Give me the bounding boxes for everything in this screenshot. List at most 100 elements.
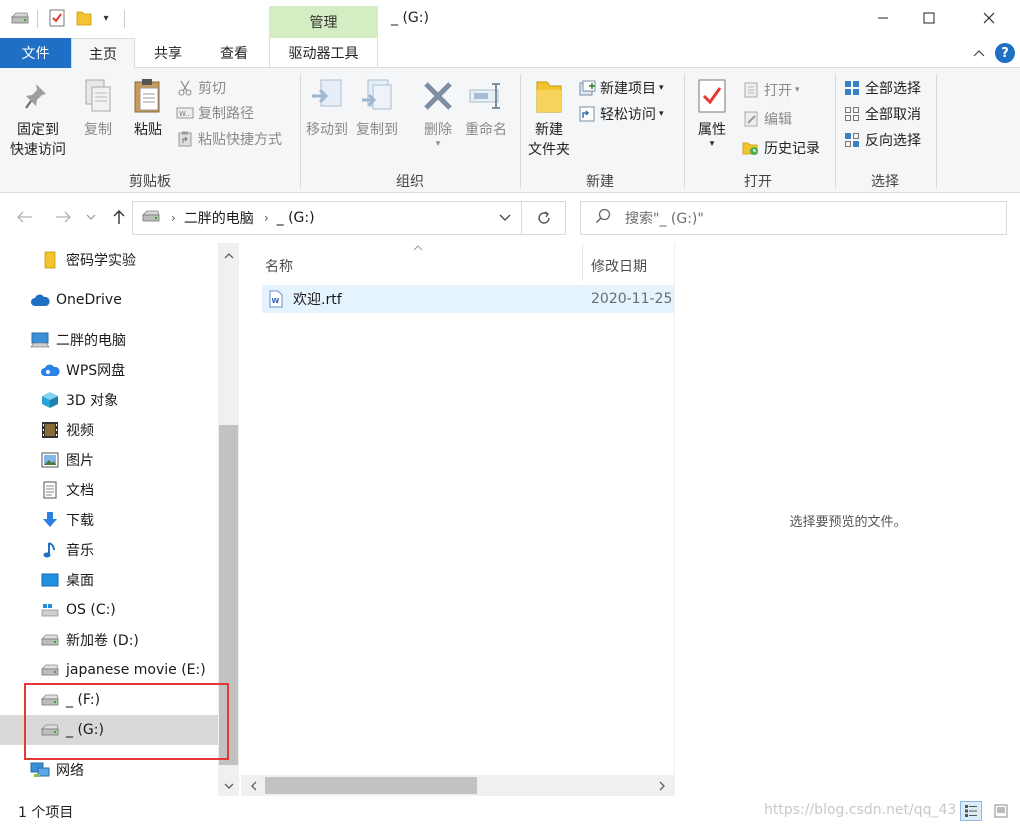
copy-path-button[interactable]: W.. 复制路径 [176,102,254,124]
edit-pencil-icon [742,110,760,128]
move-to-button[interactable]: 移动到 [306,76,348,140]
new-item-icon [578,79,596,97]
new-folder-label-line2: 文件夹 [528,142,570,158]
title-divider [124,10,125,28]
ribbon-collapse-icon[interactable] [971,44,987,62]
copy-label: 复制 [84,122,112,138]
breadcrumb-chevron-icon[interactable]: › [171,211,176,225]
file-row[interactable]: W 欢迎.rtf 2020-11-25 [262,285,674,313]
nav-item-label: 音乐 [66,543,94,559]
close-button[interactable] [966,0,1012,36]
svg-text:W: W [272,297,280,305]
maximize-button[interactable] [906,0,952,36]
nav-item-3d-objects[interactable]: 3D 对象 [0,385,218,415]
nav-item-drive-d[interactable]: 新加卷 (D:) [0,625,218,655]
breadcrumb-drive[interactable]: _ (G:) [277,210,315,226]
nav-item-downloads[interactable]: 下载 [0,505,218,535]
scrollbar-thumb[interactable] [265,777,477,794]
scroll-up-arrow-icon[interactable] [218,245,239,266]
address-history-chevron-icon[interactable] [499,210,511,226]
nav-item-crypto-lab[interactable]: 密码学实验 [0,245,218,275]
select-none-icon [843,105,861,123]
invert-selection-label: 反向选择 [865,133,921,149]
new-folder-icon[interactable] [75,8,93,28]
minimize-button[interactable] [860,0,906,36]
rename-button[interactable]: 重命名 [465,76,507,140]
delete-x-icon [420,76,456,116]
search-input[interactable]: 搜索"_ (G:)" [580,201,1007,235]
pin-label-line1: 固定到 [17,122,59,138]
scissors-icon [176,79,194,97]
nav-item-drive-c[interactable]: OS (C:) [0,595,218,625]
address-bar[interactable]: › 二胖的电脑 › _ (G:) [132,201,522,235]
paste-shortcut-button[interactable]: 粘贴快捷方式 [176,128,282,150]
copy-to-button[interactable]: 复制到 [356,76,398,140]
open-button[interactable]: 打开 ▾ [742,79,800,101]
nav-item-wps-drive[interactable]: WPS网盘 [0,355,218,385]
help-icon[interactable]: ? [995,43,1015,63]
delete-button[interactable]: 删除 ▾ [420,76,456,149]
quick-access-dropdown-icon[interactable]: ▾ [100,8,112,28]
cut-button[interactable]: 剪切 [176,77,226,99]
column-header-name[interactable]: 名称 [265,249,293,283]
details-view-button[interactable] [960,801,982,821]
tab-manage[interactable]: 管理 [269,6,378,38]
properties-check-icon[interactable] [48,8,66,28]
refresh-button[interactable] [522,201,566,235]
scroll-right-arrow-icon[interactable] [651,775,672,796]
new-folder-button[interactable]: 新建 文件夹 [528,76,570,160]
tab-drive-tools[interactable]: 驱动器工具 [269,38,378,68]
file-list-horizontal-scrollbar[interactable] [241,775,674,796]
large-icons-view-button[interactable] [990,801,1012,821]
new-group-label: 新建 [586,174,614,190]
address-bar-row: › 二胖的电脑 › _ (G:) 搜索"_ (G:)" [0,193,1020,243]
easy-access-button[interactable]: 轻松访问 ▾ [578,103,664,125]
scroll-left-arrow-icon[interactable] [243,775,264,796]
breadcrumb-chevron-icon[interactable]: › [264,211,269,225]
history-button[interactable]: 历史记录 [742,137,820,159]
tab-view[interactable]: 查看 [204,38,264,68]
scroll-down-arrow-icon[interactable] [218,775,239,796]
tab-file[interactable]: 文件 [0,38,71,68]
file-date: 2020-11-25 [591,291,673,307]
select-all-button[interactable]: 全部选择 [843,77,921,99]
properties-button[interactable]: 属性 ▾ [694,76,730,149]
column-divider[interactable] [582,245,583,281]
paste-button[interactable]: 粘贴 [130,76,166,140]
back-arrow-icon[interactable] [14,206,36,228]
up-arrow-icon[interactable] [108,206,130,228]
invert-selection-button[interactable]: 反向选择 [843,129,921,151]
nav-item-drive-e[interactable]: japanese movie (E:) [0,655,218,685]
forward-arrow-icon[interactable] [52,206,74,228]
ribbon: 固定到 快速访问 复制 粘贴 剪切 W.. 复制路径 粘贴快捷方式 剪贴板 移动… [0,68,1020,193]
paste-shortcut-icon [176,130,194,148]
nav-item-music[interactable]: 音乐 [0,535,218,565]
copy-path-icon: W.. [176,104,194,122]
new-item-button[interactable]: 新建项目 ▾ [578,77,664,99]
delete-label: 删除 [424,122,452,138]
drive-icon[interactable] [9,8,31,28]
copy-button[interactable]: 复制 [80,76,116,140]
tab-home[interactable]: 主页 [71,38,135,69]
nav-item-label: 网络 [56,763,84,779]
column-header-date[interactable]: 修改日期 [591,249,647,283]
nav-item-onedrive[interactable]: OneDrive [0,285,218,315]
nav-item-videos[interactable]: 视频 [0,415,218,445]
nav-item-pictures[interactable]: 图片 [0,445,218,475]
select-none-button[interactable]: 全部取消 [843,103,921,125]
refresh-icon [537,211,550,224]
tab-share[interactable]: 共享 [138,38,198,68]
nav-item-this-pc[interactable]: 二胖的电脑 [0,325,218,355]
nav-item-documents[interactable]: 文档 [0,475,218,505]
breadcrumb-computer[interactable]: 二胖的电脑 [184,208,254,228]
group-divider [300,74,301,189]
pin-to-quick-access-button[interactable]: 固定到 快速访问 [10,76,66,160]
copy-icon [80,76,116,116]
cut-label: 剪切 [198,81,226,97]
delete-dropdown-icon: ▾ [435,139,441,149]
nav-item-desktop[interactable]: 桌面 [0,565,218,595]
edit-button[interactable]: 编辑 [742,108,792,130]
video-icon [40,420,60,440]
recent-locations-chevron-icon[interactable] [84,206,98,228]
copy-to-icon [359,76,395,116]
